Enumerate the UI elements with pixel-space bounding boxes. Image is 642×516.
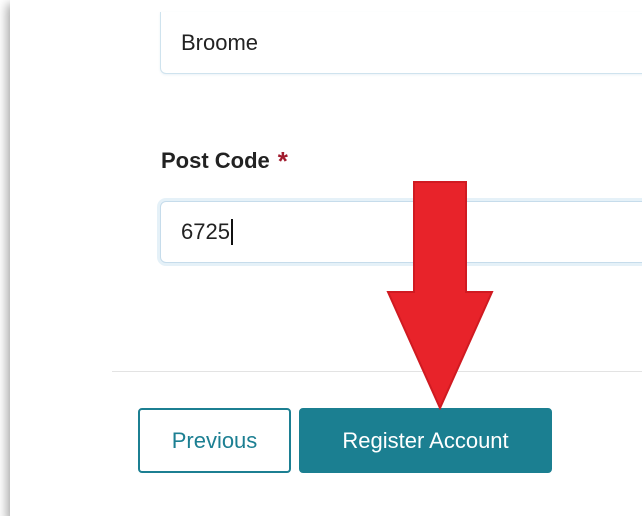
postcode-label-text: Post Code [161, 148, 270, 173]
city-input-value: Broome [181, 29, 259, 55]
screenshot-frame: Broome Post Code * 6725 Previous Register… [0, 0, 642, 516]
register-account-button[interactable]: Register Account [299, 408, 552, 473]
previous-button[interactable]: Previous [138, 408, 291, 473]
text-cursor [230, 219, 233, 245]
form-divider [112, 371, 642, 372]
down-arrow-shape [386, 181, 494, 410]
previous-button-label: Previous [171, 427, 258, 453]
required-asterisk-icon: * [277, 146, 288, 176]
postcode-input-value: 6725 [181, 219, 230, 244]
postcode-label: Post Code * [161, 144, 288, 176]
register-account-button-label: Register Account [342, 427, 509, 453]
down-arrow-icon [386, 181, 494, 410]
city-input[interactable]: Broome [160, 12, 642, 74]
